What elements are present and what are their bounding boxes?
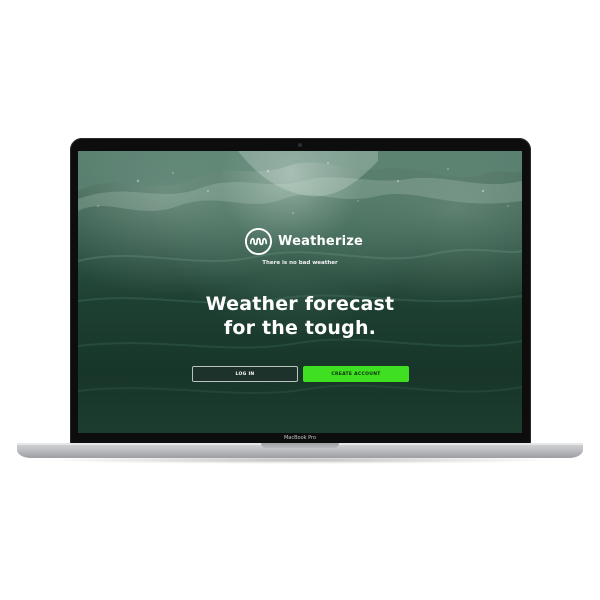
laptop-opening-notch	[261, 443, 339, 448]
wave-logo-icon	[244, 227, 273, 256]
device-model-label: MacBook Pro	[283, 435, 317, 441]
laptop-screen: Weatherize There is no bad weather Weath…	[78, 151, 522, 433]
hero-headline: Weather forecast for the tough.	[78, 292, 522, 340]
camera-icon	[298, 143, 302, 147]
headline-line-1: Weather forecast	[205, 293, 395, 315]
product-mockup: Weatherize There is no bad weather Weath…	[0, 0, 600, 600]
tagline: There is no bad weather	[262, 260, 338, 266]
brand-name: Weatherize	[278, 234, 364, 249]
create-account-button[interactable]: CREATE ACCOUNT	[303, 366, 409, 382]
headline-line-2: for the tough.	[223, 317, 377, 339]
login-button[interactable]: LOG IN	[192, 366, 298, 382]
brand-logo[interactable]: Weatherize	[244, 227, 363, 256]
